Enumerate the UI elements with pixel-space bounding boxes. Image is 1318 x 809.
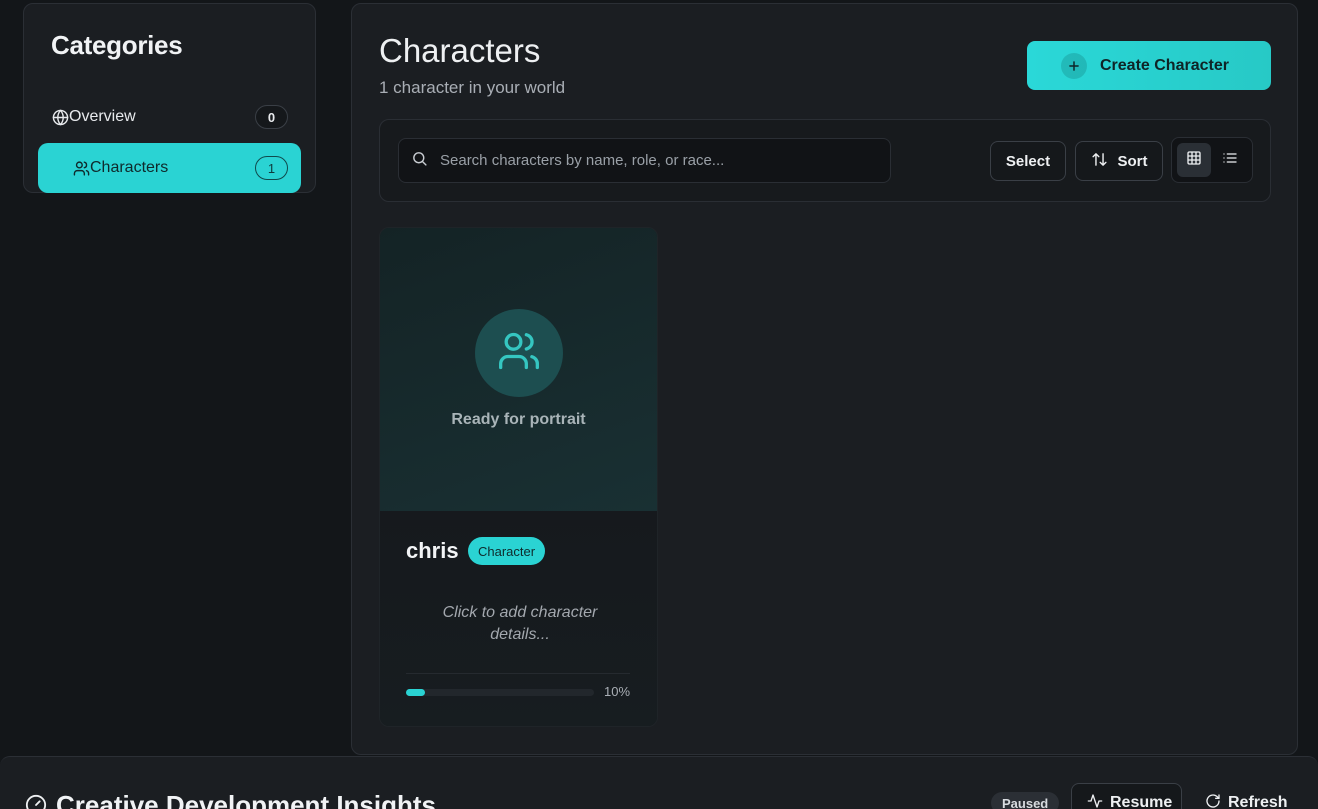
create-character-button[interactable]: Create Character [1027, 41, 1271, 90]
page-subtitle: 1 character in your world [379, 78, 566, 97]
refresh-label: Refresh [1228, 794, 1288, 809]
create-character-label: Create Character [1100, 56, 1229, 74]
plus-icon [1061, 52, 1087, 79]
sidebar-item-label: Characters [90, 159, 169, 176]
users-icon [72, 159, 90, 177]
grid-view-button[interactable] [1177, 143, 1211, 177]
toolbar: Select Sort [379, 119, 1271, 202]
portrait-area: Ready for portrait [380, 228, 657, 511]
details-prompt: Click to add character details... [442, 604, 598, 643]
avatar [475, 309, 563, 397]
character-card[interactable]: Ready for portrait chris Character Click… [379, 227, 658, 727]
sidebar-item-label: Overview [69, 108, 136, 125]
resume-label: Resume [1110, 794, 1173, 809]
character-tag: Character [468, 537, 546, 565]
list-icon [1222, 150, 1238, 171]
sidebar-item-characters[interactable]: Characters 1 [38, 143, 301, 193]
refresh-icon [1205, 793, 1221, 809]
gauge-icon [25, 794, 47, 809]
sort-label: Sort [1117, 152, 1148, 170]
divider [406, 673, 630, 674]
count-badge: 1 [255, 156, 288, 180]
grid-icon [1186, 150, 1202, 171]
sort-icon [1091, 151, 1108, 172]
insights-title: Creative Development Insights [56, 790, 436, 809]
users-icon [497, 329, 541, 378]
search-input[interactable] [440, 152, 880, 169]
activity-icon [1087, 793, 1103, 809]
main-panel: Characters 1 character in your world Cre… [351, 3, 1298, 755]
progress-fill [406, 689, 425, 696]
progress-percent: 10% [604, 684, 631, 699]
app-root: Categories Overview 0 Characters 1 Chara… [0, 0, 1318, 809]
sidebar-title: Categories [51, 30, 183, 60]
progress-bar [406, 689, 594, 696]
insights-panel: Creative Development Insights Paused Res… [0, 756, 1318, 809]
count-badge: 0 [255, 105, 288, 129]
character-name: chris [406, 538, 459, 563]
refresh-button[interactable]: Refresh [1205, 783, 1288, 809]
sidebar: Categories Overview 0 Characters 1 [23, 3, 316, 193]
sidebar-item-overview[interactable]: Overview 0 [38, 92, 301, 142]
sort-button[interactable]: Sort [1075, 141, 1163, 181]
card-body: chris Character Click to add character d… [380, 511, 657, 726]
portrait-placeholder-text: Ready for portrait [451, 411, 586, 428]
search-icon [411, 150, 428, 172]
globe-icon [51, 108, 69, 126]
status-badge: Paused [991, 792, 1060, 809]
view-toggle [1171, 137, 1253, 183]
list-view-button[interactable] [1213, 143, 1247, 177]
search-box [398, 138, 891, 183]
select-button[interactable]: Select [990, 141, 1066, 181]
page-title: Characters [379, 32, 541, 69]
resume-button[interactable]: Resume [1071, 783, 1182, 809]
